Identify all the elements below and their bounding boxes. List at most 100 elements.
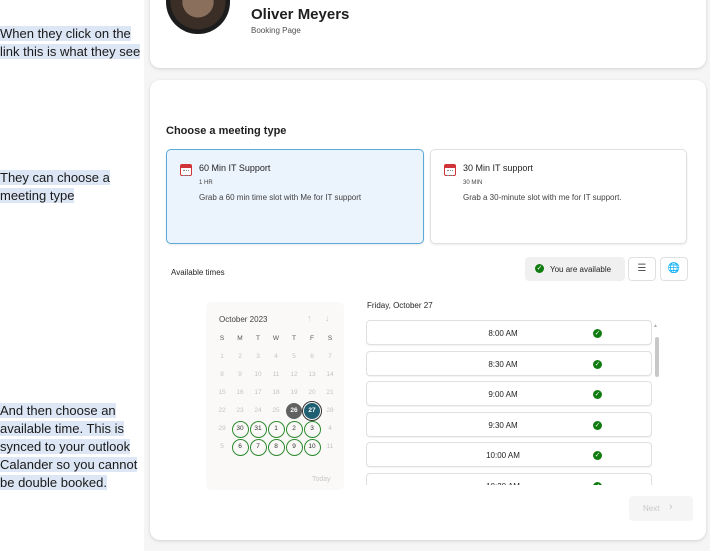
calendar-day-number: 11 (272, 371, 280, 378)
calendar-day-number: 6 (310, 353, 314, 360)
meeting-type-description: Grab a 60 min time slot with Me for IT s… (199, 193, 362, 202)
today-button[interactable]: Today (312, 476, 331, 483)
meeting-type-title: 60 Min IT Support (199, 163, 271, 173)
meeting-type-description: Grab a 30-minute slot with me for IT sup… (463, 193, 622, 202)
calendar-day: 24 (249, 402, 267, 420)
calendar-day-number: 18 (272, 389, 280, 396)
calendar-day-number: 5 (220, 443, 224, 450)
calendar-day-number: 2 (292, 425, 296, 432)
calendar-day-number: 11 (326, 443, 334, 450)
arrow-down-icon[interactable]: ↓ (325, 313, 330, 323)
calendar-day: 28 (321, 402, 339, 420)
calendar-day: 2 (231, 348, 249, 366)
calendar-day-number: 26 (290, 407, 298, 414)
calendar-day: 12 (285, 366, 303, 384)
calendar-day-number: 10 (254, 371, 262, 378)
time-slot[interactable]: 10:30 AM✓ (366, 472, 652, 485)
time-slot[interactable]: 8:00 AM ✓ (366, 320, 652, 345)
booking-app: Oliver Meyers Booking Page Choose a meet… (144, 0, 710, 551)
filter-button[interactable]: ☰ (628, 257, 656, 281)
annotation-available-time: And then choose an available time. This … (0, 403, 138, 490)
calendar-day: 19 (285, 384, 303, 402)
calendar-day-number: 20 (308, 389, 316, 396)
availability-status-button[interactable]: ✓ You are available (525, 257, 625, 281)
meeting-type-title: 30 Min IT support (463, 163, 533, 173)
calendar-grid: S M T W T F S 1 2 3 4 5 6 7 8 9 10 11 12 13 14 15 16 17 18 19 20 21… (213, 330, 339, 456)
calendar-day-number: 14 (326, 371, 334, 378)
calendar-day[interactable]: 9 (285, 438, 303, 456)
calendar-day-number: 28 (326, 407, 334, 414)
calendar-day[interactable]: 8 (267, 438, 285, 456)
calendar-day-number: 29 (218, 425, 226, 432)
next-button[interactable]: Next › (629, 496, 693, 521)
calendar-day[interactable]: 2 (285, 420, 303, 438)
calendar-day[interactable]: 6 (231, 438, 249, 456)
mini-calendar: October 2023 ↑ ↓ S M T W T F S 1 2 3 4 5 6 7 8 9 10 11 12 1… (206, 302, 344, 490)
calendar-day-number: 24 (254, 407, 262, 414)
calendar-day-number: 8 (220, 371, 224, 378)
calendar-day-number: 25 (272, 407, 280, 414)
scroll-up-icon[interactable]: ▲ (653, 323, 658, 329)
checkmark-icon: ✓ (593, 329, 602, 338)
calendar-day[interactable]: 1 (267, 420, 285, 438)
timezone-button[interactable]: 🌐 (660, 257, 688, 281)
time-slot[interactable]: 9:30 AM ✓ (366, 411, 652, 437)
calendar-day: 15 (213, 384, 231, 402)
calendar-day-number: 7 (256, 443, 260, 450)
time-slot-list: 8:00 AM ✓ 8:30 AM ✓ 9:00 AM ✓ 9:30 AM ✓ 10:00 AM… (366, 320, 654, 485)
calendar-day: 13 (303, 366, 321, 384)
calendar-day-number: 16 (236, 389, 244, 396)
calendar-day: 5 (213, 438, 231, 456)
meeting-type-30min[interactable]: 30 Min IT support 30 MIN Grab a 30-minut… (430, 149, 687, 244)
calendar-day: 1 (213, 348, 231, 366)
arrow-up-icon[interactable]: ↑ (307, 313, 312, 323)
booking-panel: Choose a meeting type 60 Min IT Support … (150, 80, 706, 540)
calendar-day-number: 23 (236, 407, 244, 414)
calendar-day[interactable]: 30 (231, 420, 249, 438)
time-slot[interactable]: 8:30 AM ✓ (366, 350, 652, 376)
calendar-day-number: 31 (254, 425, 262, 432)
calendar-day[interactable]: 3 (303, 420, 321, 438)
calendar-day-number: 12 (290, 371, 298, 378)
time-slot[interactable]: 9:00 AM ✓ (366, 381, 652, 406)
calendar-icon (180, 164, 192, 176)
calendar-day: 4 (321, 420, 339, 438)
calendar-day-number: 30 (236, 425, 244, 432)
calendar-day[interactable]: 31 (249, 420, 267, 438)
meeting-type-60min[interactable]: 60 Min IT Support 1 HR Grab a 60 min tim… (166, 149, 424, 244)
calendar-day-number: 27 (308, 407, 316, 414)
calendar-day-number: 3 (310, 425, 314, 432)
calendar-day-number: 9 (292, 443, 296, 450)
calendar-day-number: 10 (308, 443, 316, 450)
calendar-day-number: 4 (274, 353, 278, 360)
checkmark-icon: ✓ (593, 451, 602, 460)
profile-subtitle: Booking Page (251, 26, 301, 35)
calendar-day: 21 (321, 384, 339, 402)
calendar-day-number: 9 (238, 371, 242, 378)
checkmark-icon: ✓ (593, 359, 602, 369)
calendar-day: 25 (267, 402, 285, 420)
weekday-header: S (219, 335, 225, 342)
calendar-day-number: 21 (326, 389, 334, 396)
calendar-day-number: 19 (290, 389, 298, 396)
calendar-day-number: 15 (218, 389, 226, 396)
calendar-day[interactable]: 7 (249, 438, 267, 456)
scrollbar-thumb[interactable] (655, 337, 659, 377)
calendar-day: 10 (249, 366, 267, 384)
calendar-day[interactable]: 10 (303, 438, 321, 456)
calendar-day-number: 17 (254, 389, 262, 396)
calendar-day: 17 (249, 384, 267, 402)
calendar-day: 20 (303, 384, 321, 402)
calendar-day[interactable]: 26 (285, 402, 303, 420)
weekday-header: M (237, 335, 243, 342)
filter-icon: ☰ (637, 263, 647, 274)
chevron-right-icon: › (669, 501, 673, 513)
calendar-day: 9 (231, 366, 249, 384)
calendar-month-label: October 2023 (219, 315, 268, 324)
time-slot[interactable]: 10:00 AM ✓ (366, 442, 652, 467)
calendar-day: 23 (231, 402, 249, 420)
calendar-icon (444, 164, 456, 176)
calendar-day-number: 8 (274, 443, 278, 450)
calendar-day[interactable]: 27 (302, 401, 322, 421)
weekday-header: T (256, 335, 260, 342)
